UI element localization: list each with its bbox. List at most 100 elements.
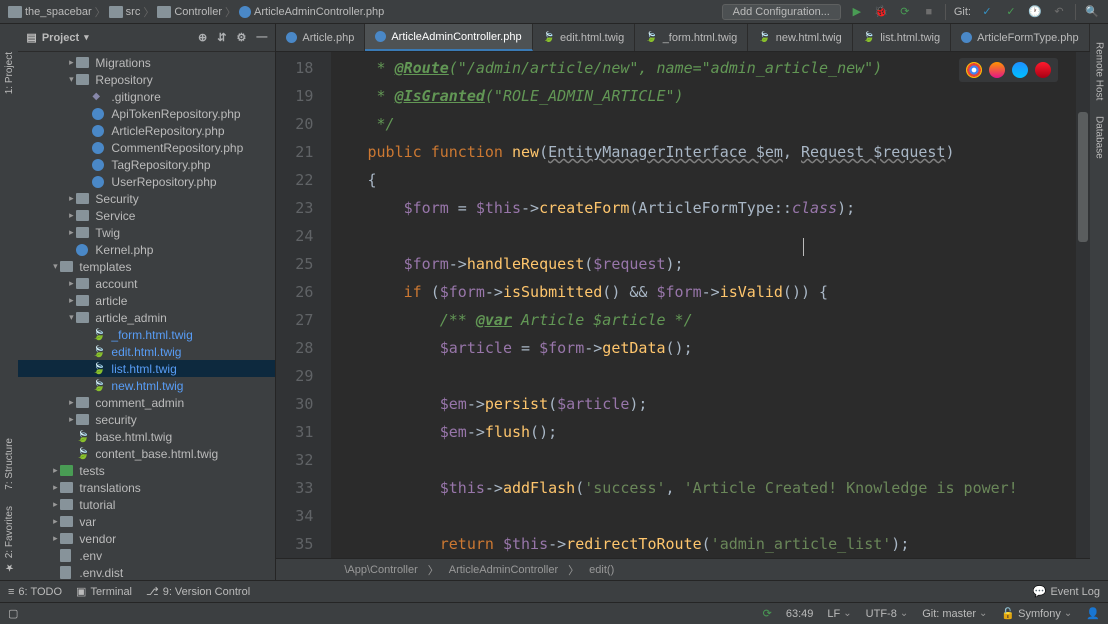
tree-item[interactable]: ▸Service	[18, 207, 275, 224]
terminal-button[interactable]: ▣ Terminal	[76, 585, 132, 598]
favorites-tool-button[interactable]: ★ 2: Favorites	[2, 498, 17, 580]
locate-icon[interactable]: ⊕	[198, 31, 207, 44]
expand-icon[interactable]: ▾	[66, 312, 76, 323]
expand-icon[interactable]: ▸	[50, 482, 60, 493]
tree-item[interactable]: ▾article_admin	[18, 309, 275, 326]
tree-item[interactable]: ▾templates	[18, 258, 275, 275]
expand-icon[interactable]: ▾	[50, 261, 60, 272]
breadcrumb-method[interactable]: edit()	[589, 564, 614, 576]
breadcrumb-item[interactable]: src	[109, 6, 141, 18]
tree-item[interactable]: ▸comment_admin	[18, 394, 275, 411]
editor-tab[interactable]: 🍃list.html.twig	[853, 24, 951, 51]
expand-icon[interactable]: ▸	[50, 516, 60, 527]
tree-item[interactable]: TagRepository.php	[18, 156, 275, 173]
hide-icon[interactable]: —	[256, 31, 267, 44]
status-left-icon[interactable]: ▢	[8, 607, 18, 620]
tree-item[interactable]: ▸account	[18, 275, 275, 292]
breadcrumb-file[interactable]: ArticleAdminController.php	[239, 6, 384, 18]
stop-icon[interactable]: ■	[921, 4, 937, 20]
sync-icon[interactable]: ⟳	[763, 607, 772, 620]
framework-indicator[interactable]: 🔓 Symfony	[1001, 607, 1072, 620]
editor-tab[interactable]: 🍃edit.html.twig	[533, 24, 636, 51]
rerun-icon[interactable]: ⟳	[897, 4, 913, 20]
expand-icon[interactable]: ▸	[66, 295, 76, 306]
expand-icon[interactable]: ▸	[66, 210, 76, 221]
dropdown-icon[interactable]: ▾	[84, 32, 89, 43]
revert-icon[interactable]: ↶	[1051, 4, 1067, 20]
database-button[interactable]: Database	[1091, 108, 1106, 167]
firefox-icon[interactable]	[989, 62, 1005, 78]
version-control-button[interactable]: ⎇ 9: Version Control	[146, 585, 250, 598]
chrome-icon[interactable]	[966, 62, 982, 78]
run-icon[interactable]: ▶	[849, 4, 865, 20]
gear-icon[interactable]: ⚙	[236, 31, 246, 44]
tree-item[interactable]: ArticleRepository.php	[18, 122, 275, 139]
tree-item[interactable]: UserRepository.php	[18, 173, 275, 190]
tree-item[interactable]: ▸tests	[18, 462, 275, 479]
tree-item[interactable]: 🍃content_base.html.twig	[18, 445, 275, 462]
scrollbar[interactable]	[1076, 52, 1090, 558]
add-configuration-button[interactable]: Add Configuration...	[722, 4, 841, 20]
structure-tool-button[interactable]: 7: Structure	[2, 430, 17, 498]
project-tool-button[interactable]: 1: Project	[2, 44, 17, 102]
tree-item[interactable]: ▾Repository	[18, 71, 275, 88]
expand-icon[interactable]: ▸	[50, 533, 60, 544]
tree-item[interactable]: ▸security	[18, 411, 275, 428]
safari-icon[interactable]	[1012, 62, 1028, 78]
history-icon[interactable]: 🕐	[1027, 4, 1043, 20]
tree-item[interactable]: ApiTokenRepository.php	[18, 105, 275, 122]
tree-item[interactable]: Kernel.php	[18, 241, 275, 258]
remote-host-button[interactable]: Remote Host	[1091, 34, 1106, 108]
tree-item[interactable]: ▸translations	[18, 479, 275, 496]
editor-tab[interactable]: 🍃_form.html.twig	[635, 24, 748, 51]
tree-item[interactable]: 🍃new.html.twig	[18, 377, 275, 394]
expand-icon[interactable]: ▸	[66, 414, 76, 425]
tree-item[interactable]: ▸vendor	[18, 530, 275, 547]
editor-tab[interactable]: ArticleFormType.php	[951, 24, 1089, 51]
opera-icon[interactable]	[1035, 62, 1051, 78]
todo-button[interactable]: ≡ 6: TODO	[8, 585, 62, 598]
scrollbar-thumb[interactable]	[1078, 112, 1088, 242]
expand-icon[interactable]: ▸	[50, 465, 60, 476]
expand-icon[interactable]: ▸	[50, 499, 60, 510]
tree-item[interactable]: 🍃edit.html.twig	[18, 343, 275, 360]
debug-icon[interactable]: 🐞	[873, 4, 889, 20]
tree-item[interactable]: ▸Security	[18, 190, 275, 207]
editor-tab[interactable]: Article.php	[276, 24, 365, 51]
encoding[interactable]: UTF-8	[866, 608, 909, 620]
tree-item[interactable]: ▸Twig	[18, 224, 275, 241]
tree-item[interactable]: 🍃base.html.twig	[18, 428, 275, 445]
tree-item[interactable]: .env	[18, 547, 275, 564]
collapse-icon[interactable]: ⇵	[217, 31, 226, 44]
tree-item[interactable]: ▸article	[18, 292, 275, 309]
breadcrumb-root[interactable]: the_spacebar	[8, 6, 92, 18]
editor-tab[interactable]: ArticleAdminController.php	[365, 24, 532, 51]
line-separator[interactable]: LF	[827, 608, 851, 620]
inspector-icon[interactable]: 👤	[1086, 607, 1100, 620]
event-log-button[interactable]: 💬 Event Log	[1033, 585, 1100, 598]
git-branch[interactable]: Git: master	[922, 608, 987, 620]
search-icon[interactable]: 🔍	[1084, 4, 1100, 20]
git-commit-icon[interactable]: ✓	[1003, 4, 1019, 20]
tree-item[interactable]: .env.dist	[18, 564, 275, 580]
expand-icon[interactable]: ▸	[66, 193, 76, 204]
expand-icon[interactable]: ▸	[66, 227, 76, 238]
code-editor[interactable]: * @Route("/admin/article/new", name="adm…	[331, 52, 1075, 558]
breadcrumb-class[interactable]: ArticleAdminController	[449, 564, 558, 576]
expand-icon[interactable]: ▾	[66, 74, 76, 85]
breadcrumb-item[interactable]: Controller	[157, 6, 222, 18]
expand-icon[interactable]: ▸	[66, 278, 76, 289]
tree-item[interactable]: 🍃_form.html.twig	[18, 326, 275, 343]
editor-body[interactable]: 181920212223242526272829303132333435 * @…	[276, 52, 1089, 558]
expand-icon[interactable]: ▸	[66, 397, 76, 408]
tree-item[interactable]: ▸tutorial	[18, 496, 275, 513]
editor-tab[interactable]: 🍃new.html.twig	[748, 24, 852, 51]
project-tree[interactable]: ▸Migrations▾Repository◆.gitignoreApiToke…	[18, 52, 275, 580]
tree-item[interactable]: ▸var	[18, 513, 275, 530]
breadcrumb-namespace[interactable]: \App\Controller	[344, 564, 417, 576]
expand-icon[interactable]: ▸	[66, 57, 76, 68]
git-update-icon[interactable]: ✓	[979, 4, 995, 20]
tree-item[interactable]: CommentRepository.php	[18, 139, 275, 156]
tree-item[interactable]: ◆.gitignore	[18, 88, 275, 105]
tree-item[interactable]: 🍃list.html.twig	[18, 360, 275, 377]
